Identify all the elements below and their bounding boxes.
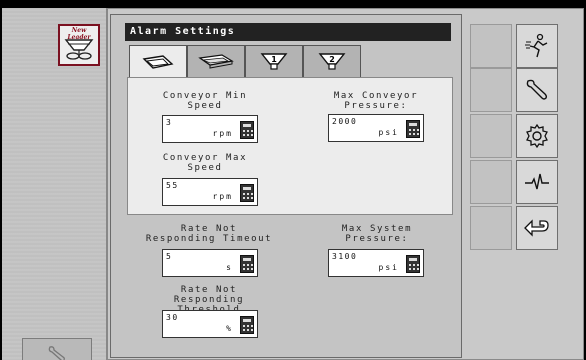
field-value: 3100	[332, 252, 358, 261]
gear-icon	[526, 123, 548, 149]
empty-softkey-slot	[470, 24, 512, 68]
svg-text:2: 2	[329, 55, 335, 64]
diagnostics-icon	[525, 173, 549, 190]
empty-softkey-slot	[470, 206, 512, 250]
field-unit: psi	[378, 263, 399, 272]
calculator-icon[interactable]	[240, 121, 254, 139]
wrench-icon	[526, 79, 548, 100]
max-conveyor-pressure-label: Max Conveyor Pressure:	[333, 91, 419, 111]
page-title: Alarm Settings	[125, 23, 451, 41]
diagnostics-button[interactable]	[516, 160, 558, 204]
rate-not-responding-timeout-field[interactable]: 5 s	[162, 249, 258, 277]
bin-1-icon: 1	[260, 53, 288, 70]
conveyor-icon	[198, 54, 234, 69]
field-value: 2000	[332, 117, 358, 126]
conveyor-max-speed-field[interactable]: 55 rpm	[162, 178, 258, 206]
max-conveyor-pressure-field[interactable]: 2000 psi	[328, 114, 424, 142]
brand-logo[interactable]: New Leader	[58, 24, 100, 66]
rate-not-responding-timeout-label: Rate Not Responding Timeout	[145, 224, 273, 244]
calculator-icon[interactable]	[240, 255, 254, 273]
field-unit: psi	[378, 128, 399, 137]
field-unit: s	[226, 263, 233, 272]
alarm-settings-panel: Alarm Settings 1 2 Conveyor Min Speed 3 …	[110, 14, 462, 358]
conveyor-min-speed-label: Conveyor Min Speed	[162, 91, 248, 111]
calculator-icon[interactable]	[406, 255, 420, 273]
tab-spinner[interactable]	[129, 45, 187, 79]
back-icon	[524, 219, 549, 237]
spinner-icon	[142, 54, 174, 69]
rate-not-responding-threshold-field[interactable]: 30 %	[162, 310, 258, 338]
tab-conveyor[interactable]	[187, 45, 245, 78]
tab-bar: 1 2	[129, 45, 361, 79]
field-value: 5	[166, 252, 173, 261]
wrench-icon	[48, 345, 65, 360]
field-value: 30	[166, 313, 179, 322]
tab-bin-2[interactable]: 2	[303, 45, 361, 78]
calculator-icon[interactable]	[240, 184, 254, 202]
conveyor-min-speed-field[interactable]: 3 rpm	[162, 115, 258, 143]
empty-softkey-slot	[470, 160, 512, 204]
conveyor-max-speed-label: Conveyor Max Speed	[162, 153, 248, 173]
field-unit: %	[226, 324, 233, 333]
max-system-pressure-label: Max System Pressure:	[341, 224, 413, 244]
field-value: 3	[166, 118, 173, 127]
field-value: 55	[166, 181, 179, 190]
back-button[interactable]	[516, 206, 558, 250]
field-unit: rpm	[212, 192, 233, 201]
gear-button[interactable]	[516, 114, 558, 158]
left-strip: New Leader	[2, 8, 108, 360]
empty-softkey-slot	[470, 114, 512, 158]
run-button[interactable]	[516, 24, 558, 68]
calculator-icon[interactable]	[240, 316, 254, 334]
svg-text:1: 1	[271, 55, 277, 64]
max-system-pressure-field[interactable]: 3100 psi	[328, 249, 424, 277]
empty-softkey-slot	[470, 68, 512, 112]
spreader-logo-icon	[64, 39, 94, 60]
settings-wrench-button[interactable]	[516, 68, 558, 112]
calculator-icon[interactable]	[406, 120, 420, 138]
service-button[interactable]	[22, 338, 92, 360]
run-icon	[525, 33, 548, 58]
tab-bin-1[interactable]: 1	[245, 45, 303, 78]
bin-2-icon: 2	[318, 53, 346, 70]
field-unit: rpm	[212, 129, 233, 138]
